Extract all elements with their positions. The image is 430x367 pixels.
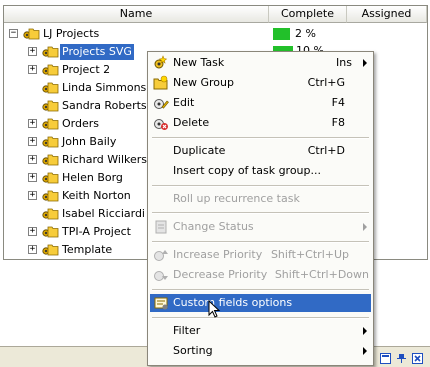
menu-shortcut: F8 bbox=[331, 116, 345, 129]
expand-icon[interactable]: + bbox=[28, 119, 37, 128]
folder-task-icon bbox=[42, 100, 59, 112]
progress-bar: 2 % bbox=[273, 27, 343, 40]
menu-item-increase-priority: Increase Priority Shift+Ctrl+Up bbox=[150, 246, 371, 264]
menu-item-edit[interactable]: Edit F4 bbox=[150, 94, 371, 112]
tree-row-label: TPI-A Project bbox=[62, 225, 131, 238]
menu-shortcut: Shift+Ctrl+Down bbox=[274, 268, 369, 281]
collapse-icon[interactable]: − bbox=[9, 29, 18, 38]
folder-task-icon bbox=[42, 244, 59, 256]
tree-row-label: Orders bbox=[62, 117, 99, 130]
menu-label: Change Status bbox=[173, 220, 254, 233]
tree-row-label: Helen Borg bbox=[62, 171, 123, 184]
progress-fill bbox=[273, 28, 290, 40]
submenu-arrow-icon bbox=[363, 347, 367, 355]
menu-label: Insert copy of task group... bbox=[173, 164, 322, 177]
folder-task-icon bbox=[42, 154, 59, 166]
menu-separator bbox=[152, 241, 369, 243]
folder-task-icon bbox=[42, 172, 59, 184]
tree-row-label: John Baily bbox=[62, 135, 117, 148]
close-icon[interactable] bbox=[412, 353, 423, 364]
submenu-arrow-icon bbox=[363, 59, 367, 67]
increase-priority-icon bbox=[154, 250, 168, 261]
tree-row-label: LJ Projects bbox=[43, 27, 100, 40]
folder-task-icon bbox=[42, 46, 59, 58]
folder-task-icon bbox=[23, 28, 40, 40]
new-task-icon bbox=[154, 55, 168, 69]
menu-label: New Task bbox=[173, 56, 225, 69]
menu-shortcut: F4 bbox=[331, 96, 345, 109]
menu-item-filter[interactable]: Filter bbox=[150, 322, 371, 340]
progress-text: 2 % bbox=[295, 27, 316, 40]
menu-item-custom-fields[interactable]: Custom fields options bbox=[150, 294, 371, 312]
mouse-cursor-icon bbox=[208, 300, 221, 318]
folder-task-icon bbox=[42, 136, 59, 148]
delete-icon bbox=[154, 119, 168, 130]
edit-icon bbox=[154, 99, 169, 109]
expand-icon[interactable]: + bbox=[28, 65, 37, 74]
custom-fields-icon bbox=[154, 297, 168, 310]
menu-item-decrease-priority: Decrease Priority Shift+Ctrl+Down bbox=[150, 266, 371, 284]
submenu-arrow-icon bbox=[363, 223, 367, 231]
status-icon bbox=[155, 220, 167, 234]
decrease-priority-icon bbox=[154, 271, 168, 281]
menu-item-new-group[interactable]: New Group Ctrl+G bbox=[150, 74, 371, 92]
menu-label: Edit bbox=[173, 96, 195, 109]
menu-label: Sorting bbox=[173, 344, 213, 357]
folder-task-icon bbox=[42, 208, 59, 220]
menu-label: Custom fields options bbox=[173, 296, 293, 309]
expand-icon[interactable]: + bbox=[28, 173, 37, 182]
column-header-name[interactable]: Name bbox=[4, 6, 269, 23]
menu-item-duplicate[interactable]: Duplicate Ctrl+D bbox=[150, 142, 371, 160]
menu-label: Filter bbox=[173, 324, 201, 337]
tree-row-label: Linda Simmons bbox=[62, 81, 147, 94]
menu-label: Roll up recurrence task bbox=[173, 192, 300, 205]
expand-icon[interactable]: + bbox=[28, 191, 37, 200]
menu-label: New Group bbox=[173, 76, 234, 89]
menu-item-roll-up-recurrence: Roll up recurrence task bbox=[150, 190, 371, 208]
menu-item-change-status: Change Status bbox=[150, 218, 371, 236]
menu-separator bbox=[152, 137, 369, 139]
folder-task-icon bbox=[42, 82, 59, 94]
menu-label: Duplicate bbox=[173, 144, 226, 157]
expand-icon[interactable]: + bbox=[28, 227, 37, 236]
menu-shortcut: Ctrl+G bbox=[307, 76, 345, 89]
menu-label: Decrease Priority bbox=[173, 268, 268, 281]
folder-task-icon bbox=[42, 118, 59, 130]
new-group-icon bbox=[153, 75, 168, 90]
context-menu: New Task Ins New Group Ctrl+G Edit F4 De… bbox=[147, 51, 374, 366]
menu-label: Increase Priority bbox=[173, 248, 263, 261]
menu-shortcut: Shift+Ctrl+Up bbox=[270, 248, 349, 261]
expand-icon[interactable]: + bbox=[28, 47, 37, 56]
tree-row-label: Isabel Ricciardi bbox=[62, 207, 145, 220]
menu-item-insert-copy[interactable]: Insert copy of task group... bbox=[150, 162, 371, 180]
menu-separator bbox=[152, 289, 369, 291]
menu-item-sorting[interactable]: Sorting bbox=[150, 342, 371, 360]
submenu-arrow-icon bbox=[363, 327, 367, 335]
tree-row-root[interactable]: − LJ Projects 2 % bbox=[0, 25, 430, 43]
expand-icon[interactable]: + bbox=[28, 155, 37, 164]
tree-row-label: Sandra Roberts bbox=[62, 99, 147, 112]
menu-label: Delete bbox=[173, 116, 210, 129]
tree-row-label: Project 2 bbox=[62, 63, 111, 76]
tree-row-label: Keith Norton bbox=[62, 189, 131, 202]
menu-separator bbox=[152, 185, 369, 187]
column-header-assigned[interactable]: Assigned bbox=[347, 6, 427, 23]
dock-window-icon[interactable] bbox=[380, 353, 391, 364]
tree-row-label: Projects SVG bbox=[60, 44, 134, 60]
menu-separator bbox=[152, 317, 369, 319]
tree-row-label: Template bbox=[62, 243, 113, 256]
menu-separator bbox=[152, 212, 369, 214]
folder-task-icon bbox=[42, 190, 59, 202]
expand-icon[interactable]: + bbox=[28, 245, 37, 254]
column-header-complete[interactable]: Complete bbox=[269, 6, 347, 23]
menu-shortcut: Ctrl+D bbox=[307, 144, 345, 157]
folder-task-icon bbox=[42, 64, 59, 76]
pin-icon[interactable] bbox=[396, 353, 407, 364]
menu-item-delete[interactable]: Delete F8 bbox=[150, 114, 371, 132]
folder-task-icon bbox=[42, 226, 59, 238]
menu-shortcut: Ins bbox=[336, 56, 352, 69]
menu-item-new-task[interactable]: New Task Ins bbox=[150, 54, 371, 72]
expand-icon[interactable]: + bbox=[28, 137, 37, 146]
